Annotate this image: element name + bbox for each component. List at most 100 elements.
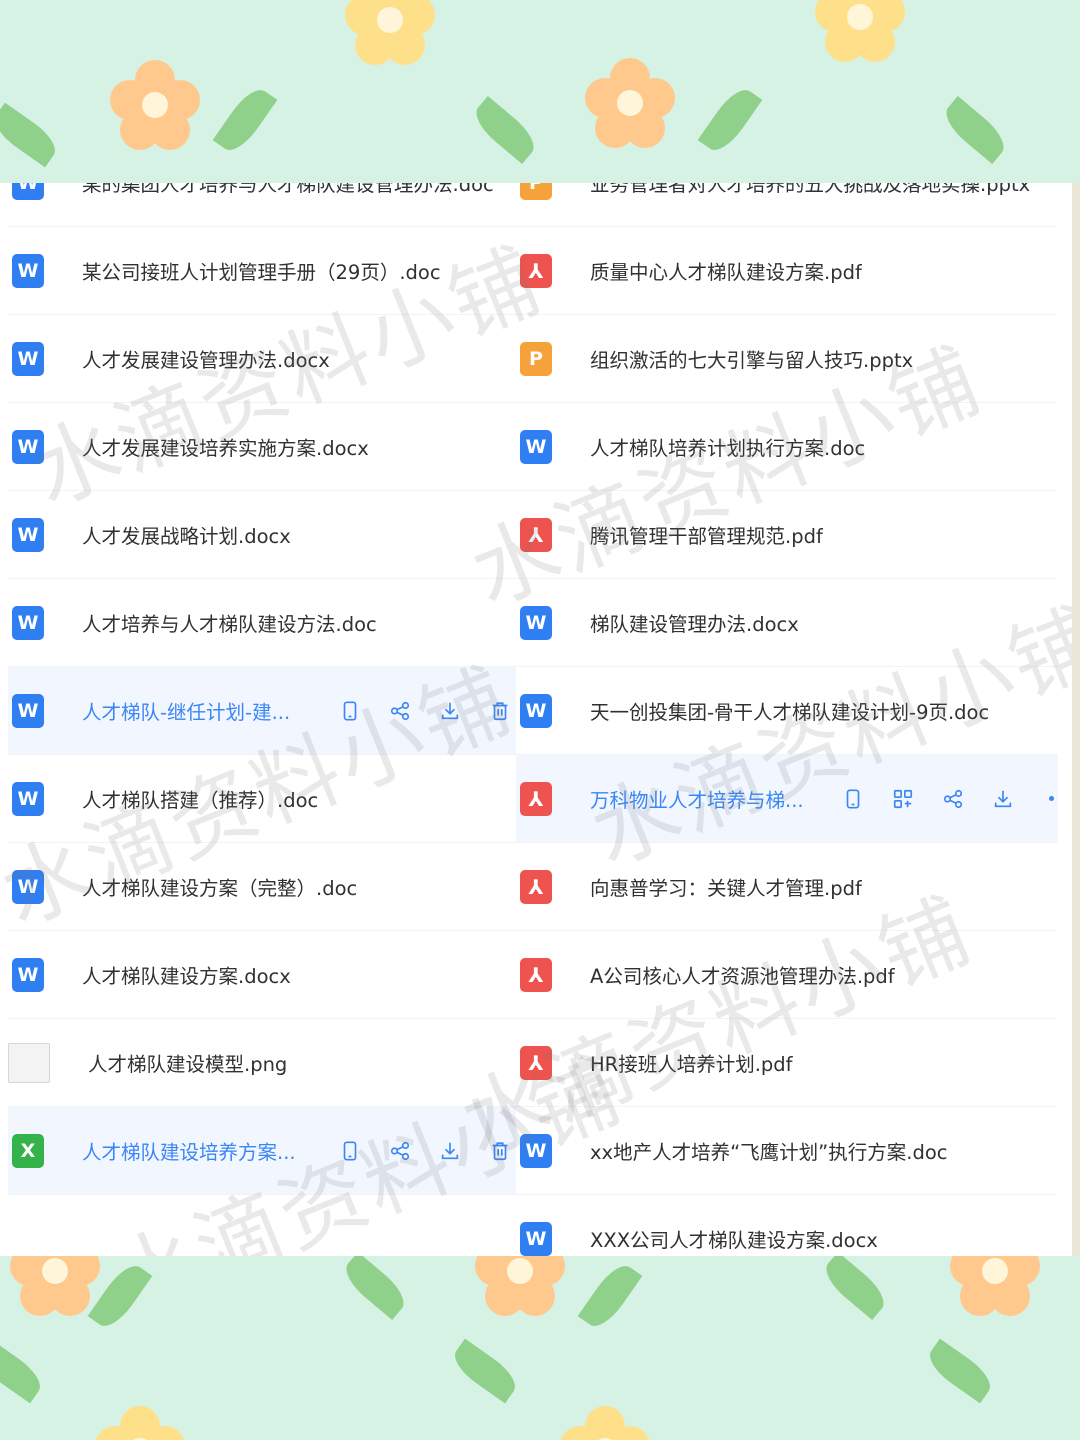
file-row[interactable]: W 人才梯队培养计划执行方案.doc [516, 403, 1058, 491]
file-row[interactable]: W 人才梯队-继任计划-建... [8, 667, 516, 755]
word-file-icon: W [12, 253, 44, 288]
image-file-icon [8, 1042, 50, 1083]
file-row[interactable]: W 人才发展建设管理办法.docx [8, 315, 516, 403]
file-name[interactable]: 天一创投集团-骨干人才梯队建设计划-9页.doc [590, 696, 989, 725]
flower-decoration [475, 1256, 565, 1316]
download-icon[interactable] [438, 699, 462, 723]
delete-icon[interactable] [488, 1139, 512, 1163]
file-row[interactable]: W 人才梯队搭建（推荐）.doc [8, 755, 516, 843]
file-row[interactable]: ⅄ A公司核心人才资源池管理办法.pdf [516, 931, 1058, 1019]
file-list-panel: W 某的集团人才培养与人才梯队建设管理办法.doc W 某公司接班人计划管理手册（29… [0, 183, 1072, 1256]
pdf-file-icon: ⅄ [520, 253, 552, 288]
file-row[interactable]: X 人才梯队建设培养方案... [8, 1107, 516, 1195]
share-icon[interactable] [388, 1139, 412, 1163]
file-row[interactable]: W 某公司接班人计划管理手册（29页）.doc [8, 227, 516, 315]
excel-file-icon: X [12, 1133, 44, 1168]
file-row[interactable]: W 人才发展建设培养实施方案.docx [8, 403, 516, 491]
word-file-icon: W [12, 429, 44, 464]
file-name[interactable]: 腾讯管理干部管理规范.pdf [590, 520, 823, 549]
file-row[interactable]: 人才梯队建设模型.png [8, 1019, 516, 1107]
file-row-actions [815, 787, 1054, 811]
more-options-icon[interactable] [1049, 796, 1054, 801]
download-icon[interactable] [438, 1139, 462, 1163]
file-name[interactable]: 人才培养与人才梯队建设方法.doc [82, 608, 377, 637]
file-row[interactable]: W 人才梯队建设方案.docx [8, 931, 516, 1019]
file-name[interactable]: 人才梯队建设培养方案... [82, 1136, 296, 1165]
file-name[interactable]: 组织激活的七大引擎与留人技巧.pptx [590, 344, 913, 373]
file-name[interactable]: 人才梯队建设方案.docx [82, 960, 291, 989]
leaf-decoration [818, 1256, 892, 1320]
leaf-decoration [577, 1258, 643, 1334]
flower-decoration [110, 60, 200, 150]
qr-scan-icon[interactable] [891, 787, 915, 811]
download-icon[interactable] [991, 787, 1015, 811]
file-name[interactable]: 梯队建设管理办法.docx [590, 608, 799, 637]
file-name[interactable]: XXX公司人才梯队建设方案.docx [590, 1224, 878, 1253]
file-name[interactable]: 业务管理者对人才培养的五大挑战及落地实操.pptx [590, 183, 1030, 197]
file-name[interactable]: 人才梯队建设方案（完整）.doc [82, 872, 357, 901]
file-row[interactable]: W 某的集团人才培养与人才梯队建设管理办法.doc [8, 183, 516, 227]
flower-decoration [585, 58, 675, 148]
panel-scroll-edge [1072, 183, 1080, 1256]
file-row[interactable]: ⅄ 万科物业人才培养与梯... [516, 755, 1058, 843]
flower-decoration [815, 0, 905, 62]
flower-decoration [345, 0, 435, 65]
leaf-decoration [0, 102, 63, 168]
file-name[interactable]: 人才梯队搭建（推荐）.doc [82, 784, 318, 813]
word-file-icon: W [12, 869, 44, 904]
file-name[interactable]: 人才发展战略计划.docx [82, 520, 291, 549]
file-row[interactable]: W 梯队建设管理办法.docx [516, 579, 1058, 667]
file-name[interactable]: 向惠普学习：关键人才管理.pdf [590, 872, 862, 901]
file-row[interactable]: ⅄ 向惠普学习：关键人才管理.pdf [516, 843, 1058, 931]
file-row[interactable]: W 人才梯队建设方案（完整）.doc [8, 843, 516, 931]
file-row[interactable]: P 业务管理者对人才培养的五大挑战及落地实操.pptx [516, 183, 1058, 227]
flower-decoration [950, 1256, 1040, 1316]
file-name[interactable]: A公司核心人才资源池管理办法.pdf [590, 960, 895, 989]
share-icon[interactable] [388, 699, 412, 723]
delete-icon[interactable] [488, 699, 512, 723]
word-file-icon: W [520, 1133, 552, 1168]
word-file-icon: W [12, 781, 44, 816]
word-file-icon: W [520, 1221, 552, 1256]
word-file-icon: W [12, 517, 44, 552]
file-row[interactable]: P 组织激活的七大引擎与留人技巧.pptx [516, 315, 1058, 403]
leaf-decoration [938, 96, 1012, 164]
flower-decoration [95, 1406, 185, 1440]
file-name[interactable]: 质量中心人才梯队建设方案.pdf [590, 256, 862, 285]
file-name[interactable]: xx地产人才培养“飞鹰计划”执行方案.doc [590, 1136, 948, 1165]
file-name[interactable]: 某公司接班人计划管理手册（29页）.doc [82, 256, 441, 285]
share-icon[interactable] [941, 787, 965, 811]
file-name[interactable]: 人才梯队建设模型.png [88, 1048, 287, 1077]
phone-preview-icon[interactable] [338, 1139, 362, 1163]
file-name[interactable]: 人才发展建设培养实施方案.docx [82, 432, 369, 461]
file-row[interactable]: ⅄ 腾讯管理干部管理规范.pdf [516, 491, 1058, 579]
phone-preview-icon[interactable] [841, 787, 865, 811]
word-file-icon: W [12, 605, 44, 640]
leaf-decoration [697, 82, 763, 158]
flower-decoration [10, 1256, 100, 1316]
file-name[interactable]: 某的集团人才培养与人才梯队建设管理办法.doc [82, 183, 494, 197]
ppt-file-icon: P [520, 183, 552, 200]
file-row[interactable]: ⅄ HR接班人培养计划.pdf [516, 1019, 1058, 1107]
file-row[interactable]: Wxx地产人才培养“飞鹰计划”执行方案.doc [516, 1107, 1058, 1195]
file-row[interactable]: W 天一创投集团-骨干人才梯队建设计划-9页.doc [516, 667, 1058, 755]
leaf-decoration [447, 1338, 523, 1404]
word-file-icon: W [12, 183, 44, 200]
ppt-file-icon: P [520, 341, 552, 376]
file-row[interactable]: W 人才培养与人才梯队建设方法.doc [8, 579, 516, 667]
bottom-decoration-banner [0, 1256, 1080, 1440]
file-name[interactable]: 人才梯队-继任计划-建... [82, 696, 290, 725]
file-row[interactable]: W XXX公司人才梯队建设方案.docx [516, 1195, 1058, 1256]
file-name[interactable]: HR接班人培养计划.pdf [590, 1048, 793, 1077]
file-row-actions [312, 699, 512, 723]
file-row[interactable]: ⅄ 质量中心人才梯队建设方案.pdf [516, 227, 1058, 315]
leaf-decoration [922, 1338, 998, 1404]
file-name[interactable]: 人才发展建设管理办法.docx [82, 344, 330, 373]
file-row[interactable]: W 人才发展战略计划.docx [8, 491, 516, 579]
file-name[interactable]: 人才梯队培养计划执行方案.doc [590, 432, 865, 461]
pdf-file-icon: ⅄ [520, 957, 552, 992]
file-name[interactable]: 万科物业人才培养与梯... [590, 784, 804, 813]
phone-preview-icon[interactable] [338, 699, 362, 723]
leaf-decoration [338, 1256, 412, 1320]
leaf-decoration [212, 82, 278, 158]
